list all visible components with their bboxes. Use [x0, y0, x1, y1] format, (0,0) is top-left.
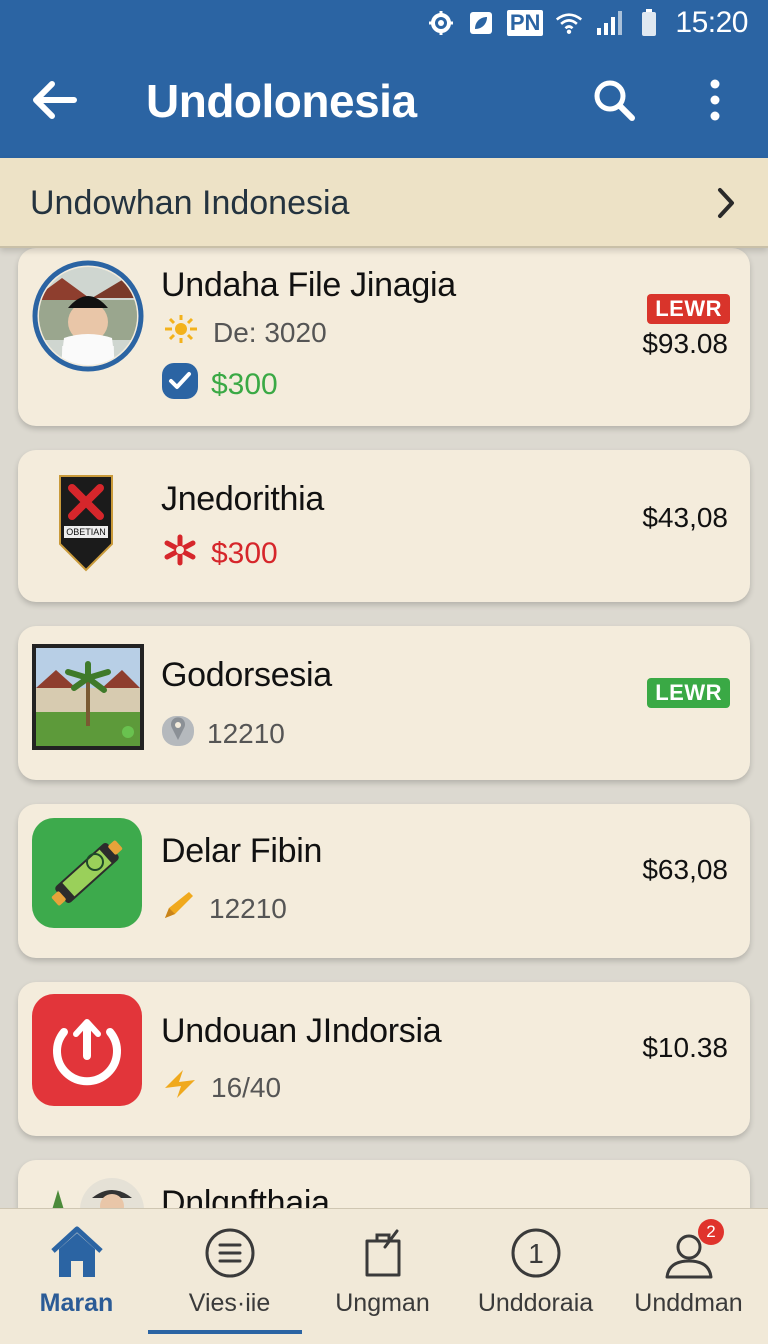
app-icon — [32, 818, 142, 933]
item-name: Undaha File Jinagia — [161, 266, 456, 304]
item-price: $93.08 — [642, 328, 728, 359]
clock-time: 15:20 — [675, 6, 748, 39]
item-meta-text: De: 3020 — [213, 316, 327, 348]
wifi-icon — [555, 9, 583, 37]
item-meta: De: 3020 — [161, 314, 327, 351]
category-header[interactable]: Undowhan Indonesia — [0, 158, 768, 248]
status-bar: PN 15:20 — [0, 0, 768, 46]
nav-label: Vies·iie — [188, 1289, 271, 1317]
leaf-app-icon — [467, 9, 495, 37]
shield-logo-text: OBETIAN — [66, 527, 106, 537]
item-photo — [32, 644, 144, 755]
item-meta-text: 12210 — [209, 892, 287, 924]
one-circle-icon: 1 — [508, 1225, 564, 1281]
item-name: Dnlgnfthaia — [161, 1184, 330, 1208]
active-tab-indicator — [148, 1330, 302, 1334]
more-vert-icon[interactable] — [700, 76, 730, 124]
item-list[interactable]: Undaha File Jinagia De: 3020 $300 LEWR $… — [0, 248, 768, 1208]
item-meta: $300 — [161, 534, 278, 573]
nav-item-home[interactable]: Maran — [0, 1209, 153, 1344]
notification-badge: 2 — [698, 1219, 724, 1245]
bottom-nav: Maran Vies·iie Ungman 1 Unddoraia 2 Undd… — [0, 1208, 768, 1344]
item-sub: $300 — [161, 362, 278, 407]
carrier-label: PN — [506, 10, 544, 36]
status-badge: LEWR — [647, 294, 730, 324]
item-price: $63,08 — [642, 854, 728, 885]
item-name: Undouan JIndorsia — [161, 1012, 442, 1050]
shield-logo-icon: OBETIAN — [58, 474, 114, 577]
one-circle-glyph: 1 — [528, 1238, 544, 1269]
home-icon — [49, 1225, 105, 1281]
item-sub-text: $300 — [211, 367, 278, 401]
item-name: Jnedorithia — [161, 480, 325, 518]
list-item[interactable]: Undouan JIndorsia 16/40 $10.38 — [18, 982, 750, 1136]
list-icon — [202, 1225, 258, 1281]
status-badge: LEWR — [647, 678, 730, 708]
app-icon — [32, 994, 142, 1111]
check-badge-icon — [161, 362, 199, 407]
avatar — [32, 1170, 144, 1208]
nav-label: Unddman — [634, 1289, 743, 1317]
item-name: Delar Fibin — [161, 832, 323, 870]
item-name: Godorsesia — [161, 656, 332, 694]
list-item[interactable]: Delar Fibin 12210 $63,08 — [18, 804, 750, 958]
signal-icon — [595, 9, 623, 37]
item-meta: 12210 — [161, 712, 285, 755]
list-item[interactable]: Undaha File Jinagia De: 3020 $300 LEWR $… — [18, 248, 750, 426]
app-bar: Undolonesia — [0, 46, 768, 158]
search-icon[interactable] — [590, 76, 638, 124]
flower-icon — [161, 534, 199, 573]
item-meta-text: $300 — [211, 536, 278, 570]
nav-item-profile[interactable]: 2 Unddman — [612, 1209, 765, 1344]
chevron-right-icon — [714, 186, 738, 220]
item-meta-text: 16/40 — [211, 1071, 282, 1103]
settings-gear-icon — [427, 9, 455, 37]
back-arrow-icon[interactable] — [28, 74, 80, 126]
category-label: Undowhan Indonesia — [30, 184, 350, 222]
list-item[interactable]: OBETIAN Jnedorithia $300 $43,08 — [18, 450, 750, 602]
item-meta-text: 12210 — [207, 717, 285, 749]
avatar — [32, 260, 144, 377]
item-price: $10.38 — [642, 1032, 728, 1063]
page-title: Undolonesia — [146, 75, 417, 127]
item-meta: 16/40 — [161, 1066, 281, 1109]
nav-label: Maran — [39, 1289, 114, 1317]
list-item[interactable]: Godorsesia 12210 LEWR — [18, 626, 750, 780]
nav-label: Ungman — [335, 1289, 430, 1317]
item-meta: 12210 — [161, 888, 287, 929]
pencil-icon — [161, 888, 197, 929]
battery-icon — [635, 9, 663, 37]
nav-label: Unddoraia — [477, 1289, 594, 1317]
list-item[interactable]: Dnlgnfthaia — [18, 1160, 750, 1208]
sun-icon — [161, 314, 201, 351]
nav-item-one[interactable]: 1 Unddoraia — [459, 1209, 612, 1344]
nav-item-bag[interactable]: Ungman — [306, 1209, 459, 1344]
bag-icon — [355, 1225, 411, 1281]
pin-icon — [161, 712, 195, 755]
item-price: $43,08 — [642, 502, 728, 533]
nav-item-list[interactable]: Vies·iie — [153, 1209, 306, 1344]
bolt-icon — [161, 1066, 199, 1109]
